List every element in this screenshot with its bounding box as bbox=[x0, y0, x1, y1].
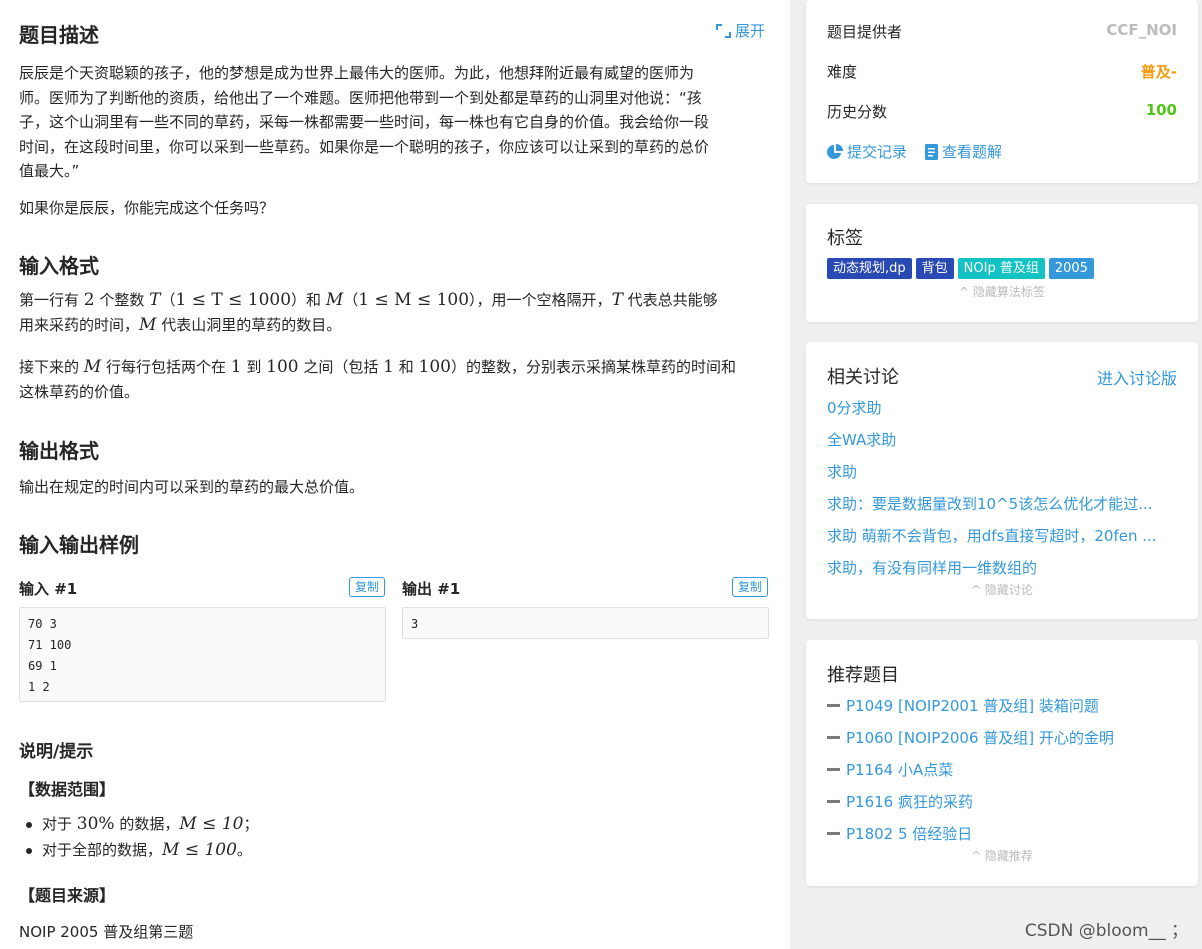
sample-input-box[interactable]: 70 3 71 100 69 1 1 2 bbox=[19, 607, 386, 702]
output-format-heading: 输出格式 bbox=[19, 439, 99, 463]
discussion-item[interactable]: 求助，有没有同样用一维数组的 bbox=[827, 557, 1173, 578]
pie-chart-icon bbox=[827, 143, 843, 159]
difficulty-label: 难度 bbox=[827, 63, 858, 81]
source-text: NOIP 2005 普及组第三题 bbox=[19, 923, 194, 941]
sample-input-line: 69 1 bbox=[28, 659, 57, 673]
recommend-item-label: P1049 [NOIP2001 普及组] 装箱问题 bbox=[846, 697, 1099, 715]
discussion-item[interactable]: 0分求助 bbox=[827, 397, 1173, 418]
description-line: 辰辰是个天资聪颖的孩子，他的梦想是成为世界上最伟大的医师。为此，他想拜附近最有威… bbox=[19, 64, 695, 82]
output-format-paragraph: 输出在规定的时间内可以采到的草药的最大总价值。 bbox=[19, 478, 365, 496]
list-item: 对于全部的数据，M ≤ 100。 bbox=[24, 837, 258, 863]
provider-row: 题目提供者 CCF_NOI bbox=[827, 21, 1177, 42]
difficulty-value: 普及- bbox=[1140, 63, 1177, 81]
copy-input-button[interactable]: 复制 bbox=[349, 577, 386, 597]
dash-icon bbox=[827, 704, 840, 707]
recommend-title: 推荐题目 bbox=[827, 665, 899, 686]
info-links: 提交记录 查看题解 bbox=[827, 141, 1002, 162]
sample-input-line: 71 100 bbox=[28, 638, 72, 652]
input-format-paragraph-1: 第一行有 2 个整数 T（1 ≤ T ≤ 1000）和 M（1 ≤ M ≤ 10… bbox=[19, 290, 718, 335]
dash-icon bbox=[827, 736, 840, 739]
expand-button[interactable]: 展开 bbox=[716, 20, 765, 41]
description-line: 子，这个山洞里有一些不同的草药，采每一株都需要一些时间，每一株也有它自身的价值。… bbox=[19, 113, 710, 131]
recommend-item[interactable]: P1049 [NOIP2001 普及组] 装箱问题 bbox=[827, 695, 1099, 716]
hide-discussion-label: 隐藏讨论 bbox=[984, 583, 1033, 597]
provider-label: 题目提供者 bbox=[827, 23, 903, 41]
sample-output-box[interactable]: 3 bbox=[402, 607, 769, 639]
hide-tags-toggle[interactable]: ^ 隐藏算法标签 bbox=[806, 283, 1198, 300]
discussion-item[interactable]: 求助 萌新不会背包，用dfs直接写超时，20fen ... bbox=[827, 525, 1173, 546]
hide-recommend-label: 隐藏推荐 bbox=[984, 849, 1033, 863]
description-line: 值最大。” bbox=[19, 162, 80, 180]
chevron-up-icon: ^ bbox=[959, 285, 973, 299]
tag-dp[interactable]: 动态规划,dp bbox=[827, 258, 912, 279]
solutions-link[interactable]: 查看题解 bbox=[925, 141, 1002, 162]
book-icon bbox=[925, 143, 939, 160]
data-range-heading: 【数据范围】 bbox=[19, 780, 116, 799]
discussion-item[interactable]: 求助 bbox=[827, 461, 1173, 482]
recommend-item-label: P1060 [NOIP2006 普及组] 开心的金明 bbox=[846, 729, 1114, 747]
chevron-up-icon: ^ bbox=[971, 849, 985, 863]
input-sample-label: 输入 #1 bbox=[19, 580, 78, 598]
hint-heading: 说明/提示 bbox=[19, 742, 94, 762]
tag-knapsack[interactable]: 背包 bbox=[915, 258, 954, 279]
chevron-up-icon: ^ bbox=[971, 583, 985, 597]
list-item: 对于 30% 的数据，M ≤ 10； bbox=[24, 811, 258, 837]
description-line: 时间，在这段时间里，你可以采到一些草药。如果你是一个聪明的孩子，你应该可以让采到… bbox=[19, 137, 710, 156]
solutions-label: 查看题解 bbox=[942, 143, 1003, 161]
dash-icon bbox=[827, 800, 840, 803]
data-range-list: 对于 30% 的数据，M ≤ 10； 对于全部的数据，M ≤ 100。 bbox=[24, 811, 258, 863]
tags-card: 标签 动态规划,dp 背包 NOIp 普及组 2005 ^ 隐藏算法标签 bbox=[806, 204, 1198, 322]
hide-recommend-toggle[interactable]: ^ 隐藏推荐 bbox=[806, 847, 1198, 864]
hide-tags-label: 隐藏算法标签 bbox=[972, 285, 1045, 299]
tag-noip-junior[interactable]: NOIp 普及组 bbox=[957, 258, 1045, 279]
description-paragraph: 辰辰是个天资聪颖的孩子，他的梦想是成为世界上最伟大的医师。为此，他想拜附近最有威… bbox=[19, 61, 759, 184]
description-line: 师。医师为了判断他的资质，给他出了一个难题。医师把他带到一个到处都是草药的山洞里… bbox=[19, 88, 702, 107]
discussion-card: 相关讨论 进入讨论版 0分求助 全WA求助 求助 求助：要是数据量改到10^5该… bbox=[806, 342, 1198, 619]
description-heading: 题目描述 bbox=[19, 23, 99, 47]
hide-discussion-toggle[interactable]: ^ 隐藏讨论 bbox=[806, 581, 1198, 598]
discussion-title: 相关讨论 bbox=[827, 367, 899, 388]
sample-input-line: 1 2 bbox=[28, 680, 50, 694]
output-sample-label: 输出 #1 bbox=[402, 580, 461, 598]
submissions-label: 提交记录 bbox=[847, 143, 908, 161]
expand-icon bbox=[716, 23, 731, 38]
recommend-item[interactable]: P1616 疯狂的采药 bbox=[827, 791, 973, 812]
samples-heading: 输入输出样例 bbox=[19, 533, 139, 557]
dash-icon bbox=[827, 832, 840, 835]
enter-discussion-link[interactable]: 进入讨论版 bbox=[1097, 365, 1177, 389]
score-row: 历史分数 100 bbox=[827, 101, 1177, 122]
tag-list: 动态规划,dp 背包 NOIp 普及组 2005 bbox=[827, 258, 1098, 279]
sample-output-line: 3 bbox=[411, 617, 419, 631]
expand-label: 展开 bbox=[735, 22, 766, 40]
recommend-item-label: P1616 疯狂的采药 bbox=[846, 793, 973, 811]
input-format-paragraph-2: 接下来的 M 行每行包括两个在 1 到 100 之间（包括 1 和 100）的整… bbox=[19, 357, 736, 401]
score-value: 100 bbox=[1145, 101, 1177, 119]
discussion-item[interactable]: 求助：要是数据量改到10^5该怎么优化才能过... bbox=[827, 493, 1173, 514]
sample-input-line: 70 3 bbox=[28, 617, 57, 631]
copy-output-button[interactable]: 复制 bbox=[732, 577, 769, 597]
provider-value[interactable]: CCF_NOI bbox=[1106, 21, 1177, 42]
tags-title: 标签 bbox=[827, 228, 863, 249]
recommend-item-label: P1164 小A点菜 bbox=[846, 761, 954, 779]
discussion-item[interactable]: 全WA求助 bbox=[827, 429, 1173, 450]
problem-panel: 题目描述 展开 辰辰是个天资聪颖的孩子，他的梦想是成为世界上最伟大的医师。为此，… bbox=[0, 0, 790, 949]
tag-year[interactable]: 2005 bbox=[1048, 258, 1094, 279]
difficulty-row: 难度 普及- bbox=[827, 61, 1177, 82]
csdn-watermark: CSDN @bloom__ ； bbox=[1024, 921, 1188, 941]
score-label: 历史分数 bbox=[827, 103, 888, 121]
submissions-link[interactable]: 提交记录 bbox=[827, 141, 907, 162]
description-question: 如果你是辰辰，你能完成这个任务吗？ bbox=[19, 199, 275, 217]
recommend-item[interactable]: P1164 小A点菜 bbox=[827, 759, 953, 780]
recommend-card: 推荐题目 P1049 [NOIP2001 普及组] 装箱问题 P1060 [NO… bbox=[806, 640, 1198, 886]
source-heading: 【题目来源】 bbox=[19, 886, 116, 905]
input-format-heading: 输入格式 bbox=[19, 254, 99, 278]
recommend-item[interactable]: P1060 [NOIP2006 普及组] 开心的金明 bbox=[827, 727, 1114, 748]
info-card: 题目提供者 CCF_NOI 难度 普及- 历史分数 100 提交记录 查看题解 bbox=[806, 0, 1198, 183]
dash-icon bbox=[827, 768, 840, 771]
recommend-item[interactable]: P1802 5 倍经验日 bbox=[827, 823, 972, 844]
recommend-item-label: P1802 5 倍经验日 bbox=[846, 825, 973, 843]
